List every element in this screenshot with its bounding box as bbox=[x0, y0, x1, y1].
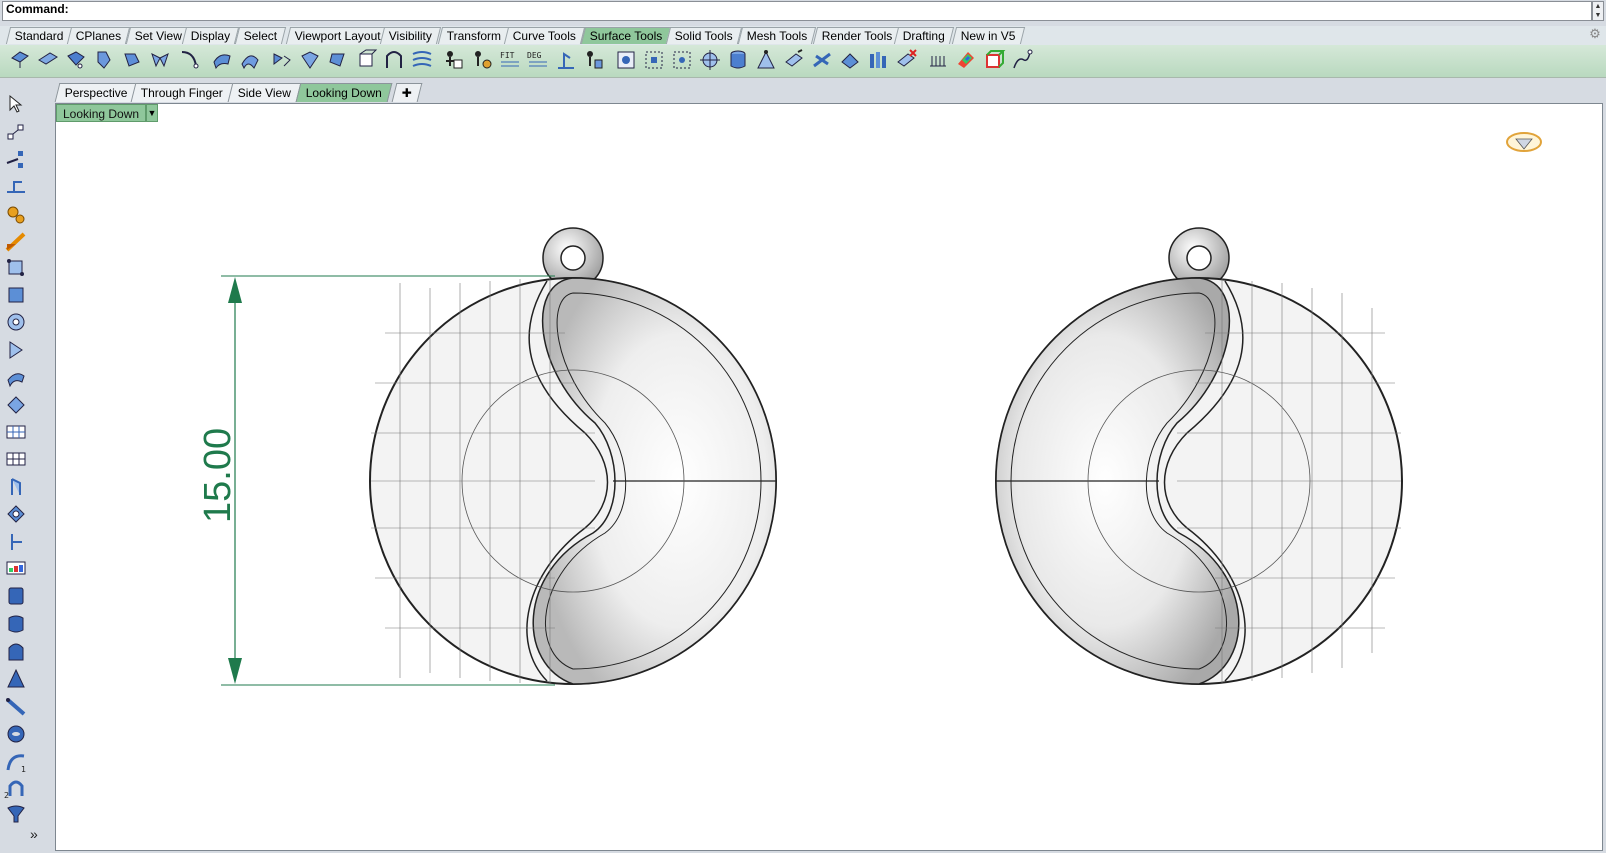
viewport-tab-through-finger[interactable]: Through Finger bbox=[130, 83, 234, 102]
box-edit-icon[interactable] bbox=[982, 48, 1006, 72]
curvature-analysis-icon[interactable] bbox=[470, 48, 494, 72]
grid-array-icon[interactable] bbox=[4, 447, 28, 471]
more-tools-chevron-icon[interactable]: » bbox=[30, 826, 38, 842]
deg-label: DEG bbox=[527, 51, 542, 60]
dimension-value: 15.00 bbox=[197, 428, 239, 523]
torus-icon[interactable] bbox=[4, 310, 28, 334]
gears-icon[interactable] bbox=[4, 202, 28, 226]
arch-two-icon[interactable]: 2 bbox=[4, 776, 28, 800]
select-arrow-icon[interactable] bbox=[4, 92, 28, 116]
pendant-scene: 15.00 bbox=[197, 132, 1542, 686]
variable-fillet-icon[interactable] bbox=[120, 48, 144, 72]
split-curve-icon[interactable] bbox=[4, 530, 28, 554]
join-edge-icon[interactable] bbox=[582, 48, 606, 72]
project-icon[interactable] bbox=[838, 48, 862, 72]
tab-solid-tools[interactable]: Solid Tools bbox=[665, 27, 742, 44]
fillet-surface-icon[interactable] bbox=[64, 48, 88, 72]
merge-surface-icon[interactable] bbox=[298, 48, 322, 72]
gear-icon[interactable]: ⚙ bbox=[1588, 27, 1602, 41]
tab-cplanes[interactable]: CPlanes bbox=[66, 27, 131, 44]
tab-visibility[interactable]: Visibility bbox=[379, 27, 442, 44]
extrude-surface-icon[interactable] bbox=[8, 48, 32, 72]
left-pendant bbox=[369, 227, 777, 685]
tab-viewport-layout[interactable]: Viewport Layout bbox=[285, 27, 390, 44]
match-surface-icon[interactable] bbox=[270, 48, 294, 72]
solid-arch-icon[interactable] bbox=[4, 640, 28, 664]
blend-surface-icon[interactable] bbox=[148, 48, 172, 72]
delete-surface-icon[interactable] bbox=[894, 48, 918, 72]
viewport-tab-perspective[interactable]: Perspective bbox=[54, 83, 139, 102]
tab-transform[interactable]: Transform bbox=[437, 27, 511, 44]
extend-surface-icon[interactable] bbox=[210, 48, 234, 72]
array-icon[interactable] bbox=[4, 420, 28, 444]
degree-icon[interactable]: DEG bbox=[526, 48, 550, 72]
split-surface-icon[interactable] bbox=[238, 48, 262, 72]
point-icon[interactable] bbox=[4, 120, 28, 144]
isocurve-icon[interactable] bbox=[642, 48, 666, 72]
solid-box-icon[interactable] bbox=[4, 584, 28, 608]
tab-new-in-v5[interactable]: New in V5 bbox=[951, 27, 1025, 44]
sphere-target-icon[interactable] bbox=[698, 48, 722, 72]
surface-from-curves-icon[interactable] bbox=[4, 802, 28, 826]
polyline-icon[interactable] bbox=[4, 174, 28, 198]
flow-along-surface-icon[interactable] bbox=[410, 48, 434, 72]
pipe-curve-icon[interactable] bbox=[4, 694, 28, 718]
box-icon[interactable] bbox=[4, 283, 28, 307]
solid-cylinder-icon[interactable] bbox=[4, 612, 28, 636]
viewport-tab-looking-down[interactable]: Looking Down bbox=[295, 83, 393, 102]
cylinder-icon[interactable] bbox=[726, 48, 750, 72]
arch-variant-label: 2 bbox=[4, 791, 9, 800]
curve-from-surface-icon[interactable] bbox=[1010, 48, 1034, 72]
revolve-icon[interactable] bbox=[4, 338, 28, 362]
chamfer-surface-icon[interactable] bbox=[92, 48, 116, 72]
tab-standard[interactable]: Standard bbox=[5, 27, 73, 44]
arc-icon[interactable]: 1 bbox=[4, 750, 28, 774]
sweep-icon[interactable] bbox=[4, 230, 28, 254]
surface-analysis-icon[interactable] bbox=[442, 48, 466, 72]
render-preview-icon[interactable] bbox=[4, 556, 28, 580]
arc-variant-label: 1 bbox=[21, 765, 26, 774]
line-icon[interactable] bbox=[4, 147, 28, 171]
point-on-surface-icon[interactable] bbox=[614, 48, 638, 72]
tab-drafting[interactable]: Drafting bbox=[893, 27, 955, 44]
gumball-icon[interactable] bbox=[4, 502, 28, 526]
surface-network-icon[interactable] bbox=[810, 48, 834, 72]
cage-edit-icon[interactable] bbox=[4, 256, 28, 280]
fit-label: FIT bbox=[500, 51, 515, 60]
boolean-icon[interactable] bbox=[4, 393, 28, 417]
rebuild-surface-icon[interactable] bbox=[382, 48, 406, 72]
command-line[interactable] bbox=[2, 1, 1592, 21]
shrink-surface-icon[interactable] bbox=[354, 48, 378, 72]
tab-select[interactable]: Select bbox=[234, 27, 287, 44]
solid-torus-icon[interactable] bbox=[4, 722, 28, 746]
untrim-icon[interactable] bbox=[326, 48, 350, 72]
pyramid-points-icon[interactable] bbox=[754, 48, 778, 72]
pipe-icon[interactable] bbox=[866, 48, 890, 72]
viewport-title[interactable]: Looking Down bbox=[56, 104, 147, 122]
zebra-icon[interactable] bbox=[926, 48, 950, 72]
edge-tools-icon[interactable] bbox=[554, 48, 578, 72]
add-viewport-tab-button[interactable]: ✚ bbox=[391, 83, 423, 102]
draft-angle-analysis-icon[interactable] bbox=[954, 48, 978, 72]
cone-icon[interactable] bbox=[4, 667, 28, 691]
command-label: Command: bbox=[6, 2, 69, 16]
offset-surface-icon[interactable] bbox=[36, 48, 60, 72]
tab-surface-tools[interactable]: Surface Tools bbox=[580, 27, 672, 44]
right-pendant bbox=[995, 227, 1403, 685]
loft-icon[interactable] bbox=[4, 366, 28, 390]
extrude-curve-icon[interactable] bbox=[4, 475, 28, 499]
connect-surface-icon[interactable] bbox=[178, 48, 202, 72]
control-points-icon[interactable] bbox=[670, 48, 694, 72]
diamond-icon[interactable] bbox=[1506, 132, 1542, 152]
tab-curve-tools[interactable]: Curve Tools bbox=[503, 27, 586, 44]
command-scroll-button[interactable]: ▲ ▼ bbox=[1592, 1, 1604, 21]
tab-mesh-tools[interactable]: Mesh Tools bbox=[737, 27, 817, 44]
plane-icon[interactable] bbox=[782, 48, 806, 72]
fit-icon[interactable]: FIT bbox=[498, 48, 522, 72]
tab-display[interactable]: Display bbox=[181, 27, 240, 44]
tab-render-tools[interactable]: Render Tools bbox=[812, 27, 902, 44]
viewport-tab-side-view[interactable]: Side View bbox=[227, 83, 302, 102]
viewport-menu-chevron-down-icon[interactable]: ▼ bbox=[146, 104, 158, 122]
